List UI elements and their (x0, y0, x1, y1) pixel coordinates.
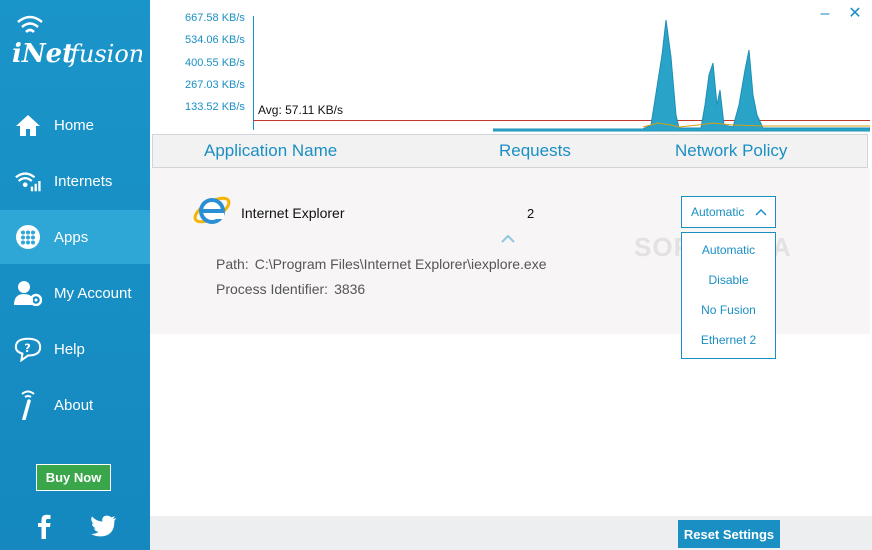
sidebar-item-label: Help (54, 340, 85, 358)
about-info-icon (14, 390, 42, 420)
menu-item-ethernet-2[interactable]: Ethernet 2 (682, 333, 775, 347)
dropdown-selected-value: Automatic (691, 205, 745, 219)
sidebar: iNet fusion Home Internets Apps My Accou… (0, 0, 150, 550)
internet-explorer-icon (193, 196, 231, 224)
menu-item-no-fusion[interactable]: No Fusion (682, 303, 775, 317)
y-tick-label: 133.52 KB/s (185, 101, 245, 113)
sidebar-item-apps[interactable]: Apps (0, 210, 150, 264)
request-count: 2 (527, 206, 535, 221)
sidebar-item-label: Apps (54, 228, 89, 246)
close-button[interactable]: ✕ (845, 4, 865, 24)
svg-text:?: ? (24, 342, 31, 355)
home-icon (14, 111, 42, 139)
y-tick-label: 534.06 KB/s (185, 34, 245, 46)
y-tick-label: 667.58 KB/s (185, 12, 245, 24)
traffic-area-plot (493, 19, 870, 132)
svg-text:iNet: iNet (12, 39, 74, 69)
sidebar-item-my-account[interactable]: My Account (0, 266, 150, 320)
path-value: C:\Program Files\Internet Explorer\iexpl… (254, 256, 547, 272)
network-policy-dropdown[interactable]: Automatic (681, 196, 776, 228)
account-icon (14, 279, 42, 307)
pid-detail: Process Identifier: 3836 (216, 281, 365, 297)
column-header-app-name[interactable]: Application Name (204, 141, 337, 161)
menu-item-automatic[interactable]: Automatic (682, 243, 775, 257)
apps-grid-icon (14, 223, 42, 251)
pid-label: Process Identifier: (216, 281, 329, 297)
path-detail: Path: C:\Program Files\Internet Explorer\… (216, 256, 547, 272)
sidebar-item-label: My Account (54, 284, 132, 302)
collapse-chevron-icon[interactable] (500, 232, 516, 244)
sidebar-item-home[interactable]: Home (0, 98, 150, 152)
sidebar-item-label: Home (54, 116, 95, 134)
bandwidth-graph: 667.58 KB/s 534.06 KB/s 400.55 KB/s 267.… (150, 0, 872, 134)
svg-text:fusion: fusion (68, 40, 142, 68)
sidebar-item-about[interactable]: About (0, 378, 150, 432)
y-tick-label: 267.03 KB/s (185, 79, 245, 91)
buy-now-button[interactable]: Buy Now (36, 464, 111, 491)
table-header: Application Name Requests Network Policy (152, 134, 868, 168)
pid-value: 3836 (334, 281, 366, 297)
sidebar-item-help[interactable]: ? Help (0, 322, 150, 376)
app-name: Internet Explorer (241, 205, 345, 221)
twitter-icon[interactable] (90, 512, 118, 540)
network-policy-menu: Automatic Disable No Fusion Ethernet 2 (681, 232, 776, 359)
menu-item-disable[interactable]: Disable (682, 273, 775, 287)
column-header-network-policy[interactable]: Network Policy (675, 141, 787, 161)
minimize-button[interactable]: – (815, 4, 835, 24)
facebook-icon[interactable] (30, 512, 58, 540)
wifi-signal-icon (14, 167, 42, 195)
sidebar-item-label: Internets (54, 172, 113, 190)
average-label: Avg: 57.11 KB/s (258, 103, 343, 117)
sidebar-item-label: About (54, 396, 94, 414)
app-logo: iNet fusion (12, 15, 142, 69)
help-chat-icon: ? (14, 335, 42, 363)
sidebar-item-internets[interactable]: Internets (0, 154, 150, 208)
y-tick-label: 400.55 KB/s (185, 57, 245, 69)
y-axis (253, 16, 254, 130)
path-label: Path: (216, 256, 249, 272)
chevron-up-icon (755, 208, 767, 216)
column-header-requests[interactable]: Requests (499, 141, 571, 161)
reset-settings-button[interactable]: Reset Settings (678, 520, 780, 548)
